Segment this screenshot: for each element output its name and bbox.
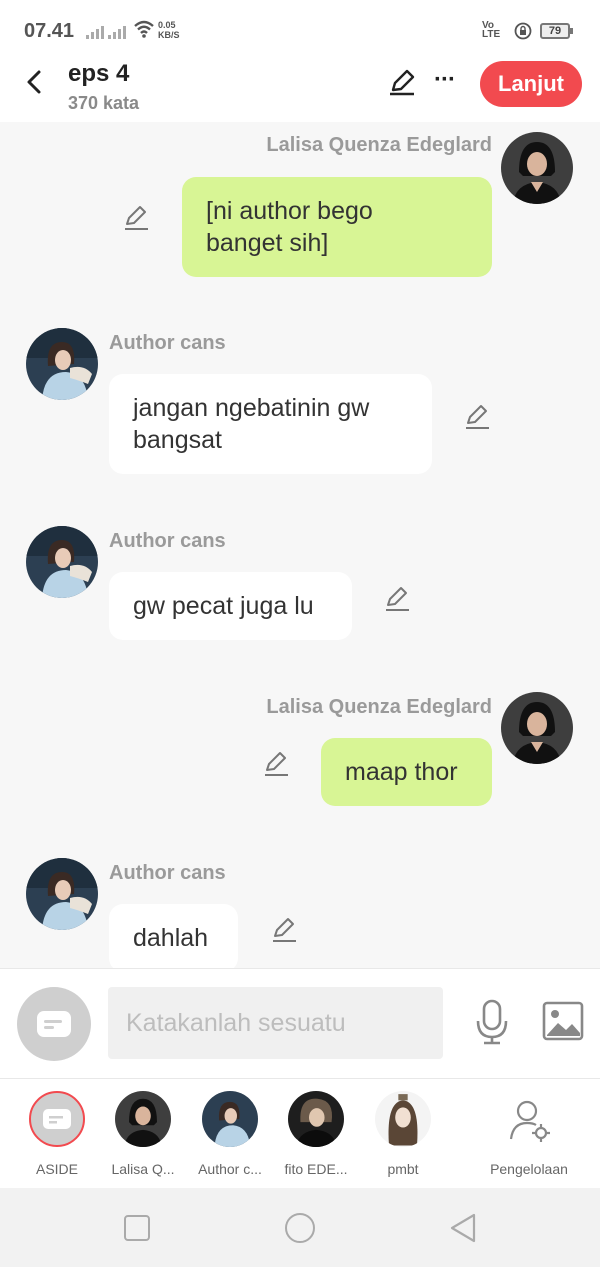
message-bubble[interactable]: [ni author bego banget sih] xyxy=(182,177,492,277)
edit-message-icon[interactable] xyxy=(262,750,290,778)
home-icon[interactable] xyxy=(285,1213,315,1243)
message-input[interactable] xyxy=(108,987,443,1059)
avatar-author[interactable] xyxy=(26,858,98,930)
edit-message-icon[interactable] xyxy=(383,585,411,613)
edit-message-icon[interactable] xyxy=(270,916,298,944)
avatar-lalisa[interactable] xyxy=(501,132,573,204)
avatar-lalisa[interactable] xyxy=(501,692,573,764)
avatar-author[interactable] xyxy=(26,526,98,598)
character-fito[interactable]: fito EDE... xyxy=(273,1091,359,1177)
avatar-fito xyxy=(288,1091,344,1147)
continue-button[interactable]: Lanjut xyxy=(480,61,582,107)
sender-name: Author cans xyxy=(109,530,226,552)
avatar-pmbt xyxy=(375,1091,431,1147)
word-count: 370 kata xyxy=(68,93,140,113)
character-aside[interactable]: ASIDE xyxy=(14,1091,100,1177)
sender-name: Lalisa Quenza Edeglard xyxy=(266,134,492,156)
wifi-icon xyxy=(134,20,154,38)
battery-icon: 79 xyxy=(540,23,573,39)
aside-toggle-button[interactable] xyxy=(17,987,91,1061)
character-lalisa[interactable]: Lalisa Q... xyxy=(100,1091,186,1177)
back-arrow-icon[interactable] xyxy=(22,68,46,96)
chat-bubble-icon xyxy=(37,1011,71,1037)
composer-bar xyxy=(0,968,600,1078)
signal-icon xyxy=(86,23,106,39)
sender-name: Lalisa Quenza Edeglard xyxy=(266,696,492,718)
message-bubble[interactable]: gw pecat juga lu xyxy=(109,572,352,640)
avatar-lalisa xyxy=(115,1091,171,1147)
sender-name: Author cans xyxy=(109,332,226,354)
episode-title: eps 4 xyxy=(68,60,130,87)
app-header: eps 4 370 kata ··· Lanjut xyxy=(0,60,600,122)
image-upload-icon[interactable] xyxy=(542,1001,584,1041)
more-options-icon[interactable]: ··· xyxy=(434,66,456,94)
status-bar: 07.41 0.05 KB/S Vo LTE 79 xyxy=(0,0,600,60)
chat-area[interactable]: Lalisa Quenza Edeglard [ni author bego b… xyxy=(0,122,600,968)
status-time: 07.41 xyxy=(24,20,75,42)
volte-indicator: Vo LTE xyxy=(482,20,501,40)
character-author[interactable]: Author c... xyxy=(187,1091,273,1177)
character-strip: ASIDE Lalisa Q... Author c... fito EDE..… xyxy=(0,1078,600,1188)
signal-icon xyxy=(108,23,128,39)
edit-message-icon[interactable] xyxy=(463,403,491,431)
microphone-icon[interactable] xyxy=(474,999,510,1045)
sender-name: Author cans xyxy=(109,862,226,884)
recent-apps-icon[interactable] xyxy=(124,1215,150,1241)
message-bubble[interactable]: jangan ngebatinin gw bangsat xyxy=(109,374,432,474)
user-settings-icon xyxy=(501,1091,557,1147)
network-speed: 0.05 KB/S xyxy=(158,20,180,40)
aside-icon xyxy=(29,1091,85,1147)
system-nav-bar xyxy=(0,1188,600,1267)
message-bubble[interactable]: dahlah xyxy=(109,904,238,968)
character-pmbt[interactable]: pmbt xyxy=(360,1091,446,1177)
message-bubble[interactable]: maap thor xyxy=(321,738,492,806)
back-triangle-icon[interactable] xyxy=(448,1212,478,1244)
avatar-author xyxy=(202,1091,258,1147)
character-management[interactable]: Pengelolaan xyxy=(480,1091,578,1177)
avatar-author[interactable] xyxy=(26,328,98,400)
rotation-lock-icon xyxy=(514,22,532,40)
pencil-icon[interactable] xyxy=(388,68,416,96)
edit-message-icon[interactable] xyxy=(122,204,150,232)
